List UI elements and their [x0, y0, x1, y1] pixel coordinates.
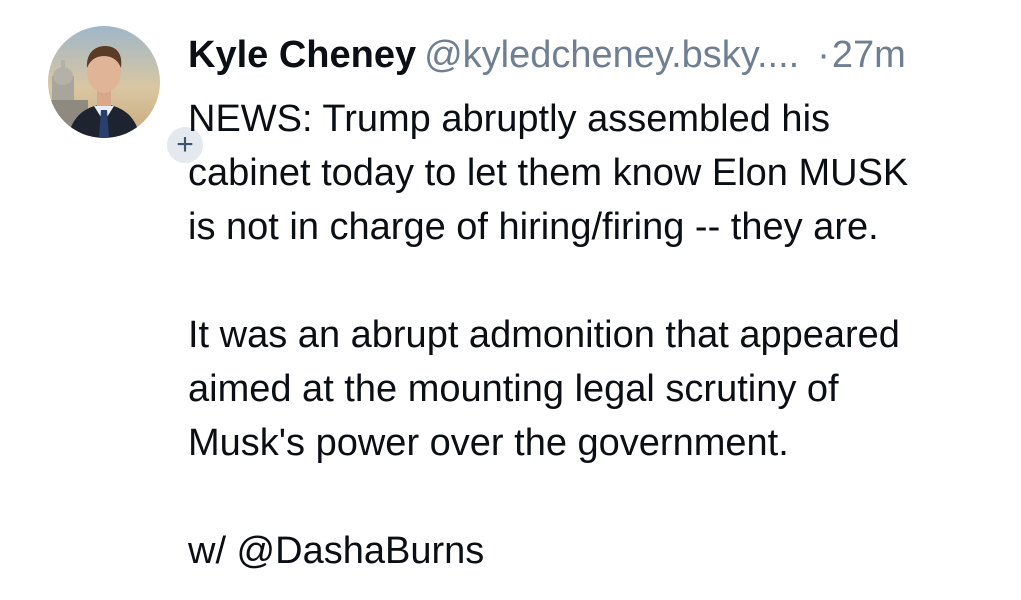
post-timestamp[interactable]: 27m — [832, 34, 906, 76]
post-header: Kyle Cheney @kyledcheney.bsky.... ·27m — [188, 33, 1008, 77]
post-body: NEWS: Trump abruptly assembled his cabin… — [188, 92, 1008, 578]
post[interactable]: + Kyle Cheney @kyledcheney.bsky.... ·27m N… — [0, 0, 1021, 600]
post-paragraph: It was an abrupt admonition that appeare… — [188, 314, 900, 464]
post-paragraph: NEWS: Trump abruptly assembled his cabin… — [188, 98, 909, 248]
post-paragraph: w/ @DashaBurns — [188, 530, 485, 572]
author-handle[interactable]: @kyledcheney.bsky.... — [424, 34, 799, 76]
separator-dot: · — [817, 34, 830, 76]
author-avatar-container[interactable]: + — [48, 26, 206, 166]
avatar[interactable] — [48, 26, 160, 138]
author-name[interactable]: Kyle Cheney — [188, 34, 416, 76]
